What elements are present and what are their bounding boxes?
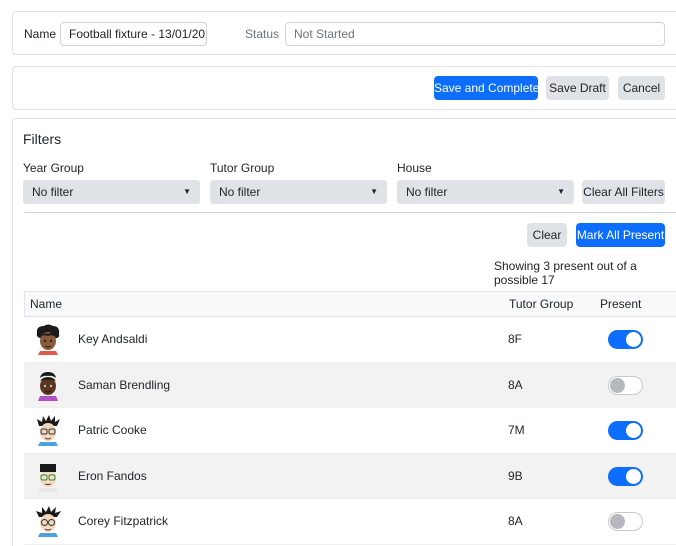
present-toggle[interactable] (608, 512, 643, 531)
year-group-label: Year Group (23, 161, 84, 175)
table-header: Name Tutor Group Present (24, 291, 676, 317)
student-name: Patric Cooke (78, 423, 147, 437)
status-label: Status (245, 27, 280, 41)
year-group-select[interactable]: No filter ▼ (23, 180, 200, 204)
details-card: Name Football fixture - 13/01/2024 Statu… (12, 11, 676, 55)
student-tutor-group: 9B (508, 468, 523, 483)
avatar-spiky-glasses-icon (37, 415, 60, 446)
status-field: Not Started (285, 22, 665, 46)
avatar-dark-skin-icon (38, 371, 58, 401)
actions-card: Save and Complete Save Draft Cancel (12, 66, 676, 110)
table-row: Corey Fitzpatrick 8A (24, 499, 676, 545)
student-name: Key Andsaldi (78, 332, 148, 346)
cancel-button[interactable]: Cancel (618, 76, 665, 100)
mark-all-present-button[interactable]: Mark All Present (576, 223, 665, 247)
present-toggle[interactable] (608, 466, 643, 486)
attendance-summary: Showing 3 present out of a possible 17 (494, 259, 637, 287)
house-label: House (397, 161, 432, 175)
tutor-group-select[interactable]: No filter ▼ (210, 180, 387, 204)
table-row: Key Andsaldi 8F (24, 317, 676, 363)
header-name: Name (30, 297, 63, 311)
table-row: Saman Brendling 8A (24, 362, 676, 408)
house-select-value: No filter (406, 185, 448, 199)
toggle-knob (610, 514, 625, 529)
student-name: Saman Brendling (78, 377, 171, 392)
student-tutor-group: 7M (508, 423, 525, 437)
name-input[interactable]: Football fixture - 13/01/2024 (60, 22, 207, 46)
caret-down-icon: ▼ (370, 187, 378, 196)
avatar-flat-hair-glasses-icon (38, 463, 58, 492)
students-table: Name Tutor Group Present Key Andsaldi 8F (24, 291, 676, 545)
filters-card: Filters Year Group Tutor Group House No … (12, 118, 676, 546)
present-toggle[interactable] (608, 421, 643, 440)
student-name: Corey Fitzpatrick (78, 514, 169, 528)
save-draft-button[interactable]: Save Draft (546, 76, 609, 100)
student-tutor-group: 8A (508, 514, 523, 528)
save-and-complete-button[interactable]: Save and Complete (434, 76, 539, 100)
table-row: Patric Cooke 7M (24, 408, 676, 454)
year-group-select-value: No filter (32, 185, 74, 199)
table-row: Eron Fandos 9B (24, 453, 676, 499)
student-tutor-group: 8A (508, 377, 523, 392)
header-tutor-group: Tutor Group (509, 297, 574, 311)
student-name: Eron Fandos (78, 468, 147, 483)
house-select[interactable]: No filter ▼ (397, 180, 574, 204)
clear-all-filters-button[interactable]: Clear All Filters (582, 180, 665, 204)
toggle-knob (626, 332, 641, 347)
avatar-spiky-glasses-icon (36, 506, 61, 537)
tutor-group-label: Tutor Group (210, 161, 275, 175)
filters-divider (24, 212, 676, 213)
toggle-knob (626, 423, 641, 438)
avatar-curly-hair-icon (36, 324, 60, 355)
clear-button[interactable]: Clear (527, 223, 567, 247)
caret-down-icon: ▼ (557, 187, 565, 196)
toggle-knob (610, 377, 625, 393)
present-toggle[interactable] (608, 330, 643, 349)
toggle-knob (626, 468, 641, 484)
tutor-group-select-value: No filter (219, 185, 261, 199)
name-label: Name (24, 27, 57, 41)
caret-down-icon: ▼ (183, 187, 191, 196)
present-toggle[interactable] (608, 375, 643, 395)
student-tutor-group: 8F (508, 332, 523, 346)
header-present: Present (600, 297, 642, 311)
filters-title: Filters (23, 131, 62, 147)
